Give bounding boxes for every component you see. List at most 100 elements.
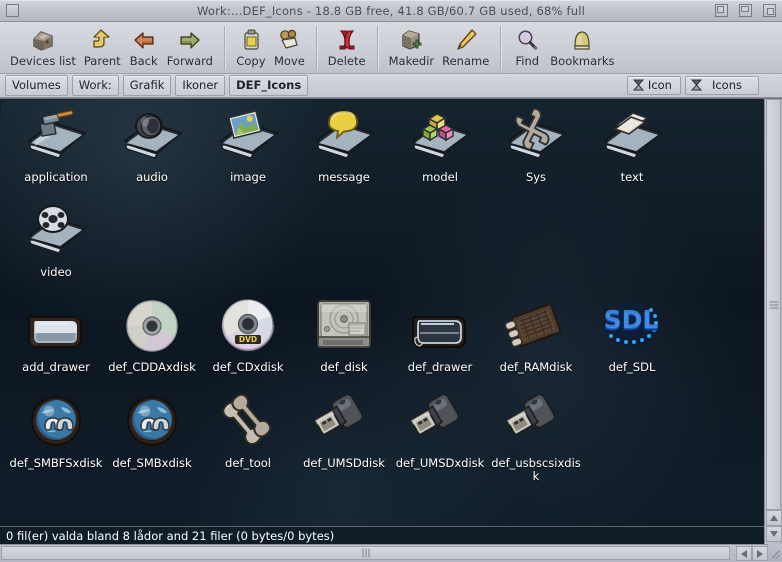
toolbar-label: Forward — [166, 54, 213, 68]
item-add-drawer[interactable]: add_drawer — [8, 297, 104, 374]
view-mode-icon-button[interactable]: Icon — [626, 76, 681, 95]
drawer-plain-icon — [15, 297, 97, 359]
usb-stick-icon — [303, 393, 385, 455]
copy-icon — [236, 25, 266, 55]
drawer-application-icon — [15, 107, 97, 169]
breadcrumb-grafik[interactable]: Grafik — [122, 75, 172, 96]
breadcrumb-volumes[interactable]: Volumes — [5, 75, 68, 96]
item-audio[interactable]: audio — [104, 107, 200, 184]
item-label: def_CDDAxdisk — [108, 360, 196, 374]
item-def-sdl[interactable]: SDL SDL def_SDL — [584, 297, 680, 374]
item-label: def_disk — [320, 360, 368, 374]
breadcrumb-ikoner[interactable]: Ikoner — [175, 75, 226, 96]
back-button[interactable]: Back — [125, 24, 163, 68]
item-text[interactable]: text — [584, 107, 680, 184]
view-mode-icons-button[interactable]: Icons — [684, 76, 759, 95]
horizontal-scrollbar[interactable] — [0, 544, 782, 561]
drawer-model-icon — [399, 107, 481, 169]
copy-button[interactable]: Copy — [232, 24, 270, 68]
network-share-icon — [111, 393, 193, 455]
svg-text:SDL: SDL — [604, 305, 659, 334]
path-breadcrumb-bar: Volumes Work: Grafik Ikoner DEF_Icons Ic… — [0, 74, 782, 98]
item-def-smbfsxdisk[interactable]: def_SMBFSxdisk — [8, 393, 104, 470]
scroll-left-button[interactable] — [736, 546, 752, 561]
devices-list-button[interactable]: Devices list — [6, 24, 80, 68]
toolbar-label: Move — [273, 54, 305, 68]
svg-text:DVD: DVD — [239, 335, 257, 344]
drawer-audio-icon — [111, 107, 193, 169]
makedir-icon — [396, 25, 426, 55]
item-image[interactable]: image — [200, 107, 296, 184]
breadcrumb-work[interactable]: Work: — [71, 75, 119, 96]
view-controls: Icon Icons — [626, 76, 777, 95]
item-def-smbxdisk[interactable]: def_SMBxdisk — [104, 393, 200, 470]
toolbar: Devices list Parent Back Forward Copy Mo… — [0, 22, 782, 74]
item-def-tool[interactable]: def_tool — [200, 393, 296, 470]
makedir-button[interactable]: Makedir — [385, 24, 439, 68]
hourglass-icon — [632, 79, 644, 91]
item-message[interactable]: message — [296, 107, 392, 184]
item-def-cddaxdisk[interactable]: def_CDDAxdisk — [104, 297, 200, 374]
window-gadgets — [709, 4, 782, 17]
iconify-gadget[interactable] — [715, 4, 728, 17]
content-area: application audio image message model Sy… — [0, 98, 782, 544]
item-label: application — [24, 170, 88, 184]
item-def-cdxdisk[interactable]: DVD def_CDxdisk — [200, 297, 296, 374]
item-label: Sys — [525, 170, 547, 184]
drawer-image-icon — [207, 107, 289, 169]
item-label: def_SDL — [608, 360, 656, 374]
scroll-right-button[interactable] — [752, 546, 768, 561]
toolbar-group-delete: Delete — [324, 24, 370, 68]
close-gadget[interactable] — [6, 4, 19, 17]
item-label: text — [620, 170, 644, 184]
item-label: def_UMSDxdisk — [395, 456, 485, 470]
parent-arrow-icon — [87, 25, 117, 55]
bookmarks-icon — [567, 25, 597, 55]
rename-button[interactable]: Rename — [438, 24, 493, 68]
status-text: 0 fil(er) valda bland 8 lådor and 21 fil… — [6, 528, 335, 543]
scroll-up-button[interactable] — [765, 510, 782, 526]
item-def-ramdisk[interactable]: def_RAMdisk — [488, 297, 584, 374]
delete-button[interactable]: Delete — [324, 24, 370, 68]
item-sys[interactable]: Sys — [488, 107, 584, 184]
item-label: model — [422, 170, 458, 184]
triangle-right-icon — [757, 549, 763, 558]
item-label: video — [40, 265, 72, 279]
view-mode-icons-label: Icons — [711, 78, 742, 92]
network-share-icon — [15, 393, 97, 455]
horizontal-scroll-thumb[interactable] — [1, 546, 730, 560]
icon-canvas[interactable]: application audio image message model Sy… — [0, 98, 764, 544]
item-label: def_drawer — [407, 360, 473, 374]
item-def-drawer[interactable]: def_drawer — [392, 297, 488, 374]
bookmarks-button[interactable]: Bookmarks — [546, 24, 618, 68]
ram-chip-icon — [495, 297, 577, 359]
parent-button[interactable]: Parent — [80, 24, 125, 68]
vertical-scrollbar[interactable] — [764, 98, 782, 544]
item-application[interactable]: application — [8, 107, 104, 184]
item-video[interactable]: video — [8, 202, 104, 279]
scroll-down-button[interactable] — [765, 526, 782, 542]
find-button[interactable]: Find — [508, 24, 546, 68]
item-label: def_UMSDdisk — [303, 456, 385, 470]
title-bar[interactable]: Work:...DEF_Icons - 18.8 GB free, 41.8 G… — [0, 0, 782, 22]
item-def-usbscsixdisk[interactable]: def_usbscsixdisk — [488, 393, 584, 483]
drawer-video-icon — [15, 202, 97, 264]
toolbar-separator — [315, 26, 317, 70]
item-label: def_SMBxdisk — [112, 456, 192, 470]
forward-button[interactable]: Forward — [163, 24, 217, 68]
sdl-logo-icon: SDL SDL — [591, 297, 673, 359]
item-def-umsddisk[interactable]: def_UMSDdisk — [296, 393, 392, 470]
vertical-scroll-thumb[interactable] — [766, 99, 781, 510]
item-model[interactable]: model — [392, 107, 488, 184]
depth-gadget[interactable] — [763, 4, 776, 17]
item-def-disk[interactable]: def_disk — [296, 297, 392, 374]
resize-corner-grip[interactable] — [768, 544, 782, 561]
file-manager-window: Work:...DEF_Icons - 18.8 GB free, 41.8 G… — [0, 0, 782, 561]
zoom-gadget[interactable] — [739, 4, 752, 17]
item-def-umsdxdisk[interactable]: def_UMSDxdisk — [392, 393, 488, 470]
toolbar-group-create: Makedir Rename — [385, 24, 494, 68]
move-button[interactable]: Move — [270, 24, 309, 68]
forward-arrow-icon — [175, 25, 205, 55]
find-magnifier-icon — [512, 25, 542, 55]
breadcrumb-def-icons[interactable]: DEF_Icons — [229, 75, 309, 96]
